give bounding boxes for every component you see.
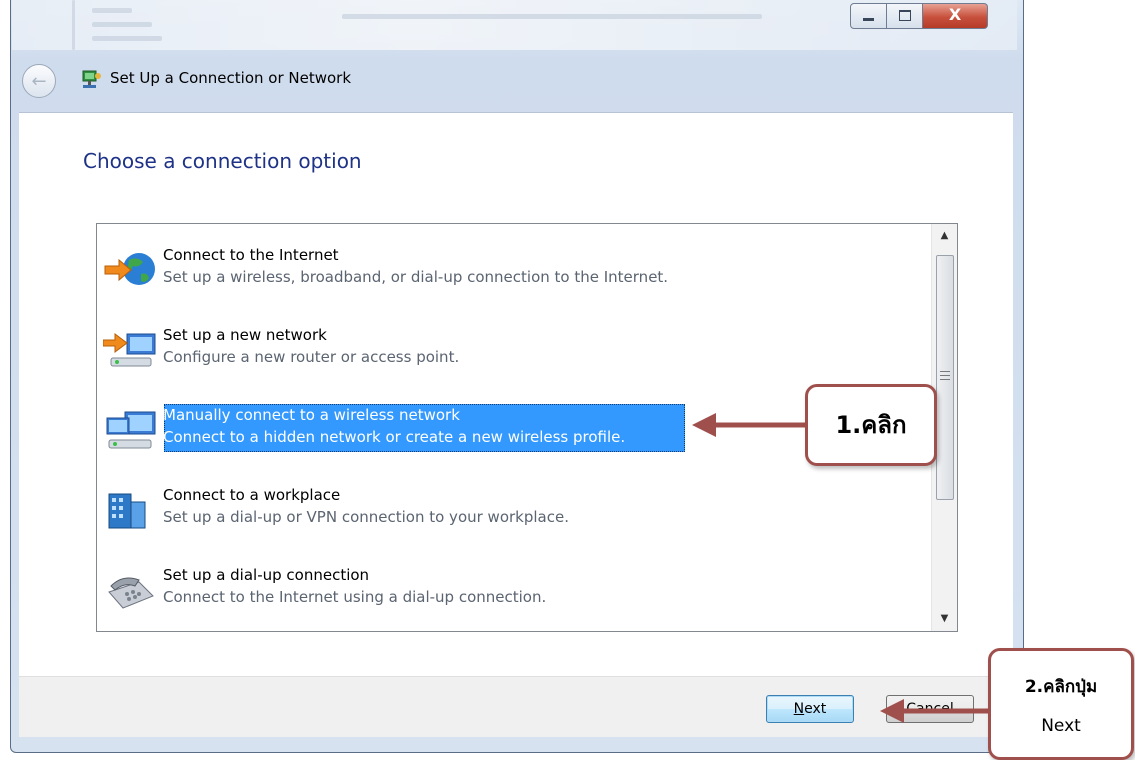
option-manual-wireless[interactable]: Manually connect to a wireless network C… <box>101 400 721 456</box>
annotation-text-next: Next <box>1041 716 1081 736</box>
option-description: Configure a new router or access point. <box>163 348 460 366</box>
dialog-footer: Next Cancel <box>19 676 1013 737</box>
annotation-callout-2: 2.คลิกปุ่ม Next <box>988 648 1134 760</box>
option-connect-internet[interactable]: Connect to the Internet Set up a wireles… <box>101 240 721 296</box>
back-button[interactable]: ← <box>22 64 56 98</box>
option-dialup[interactable]: Set up a dial-up connection Connect to t… <box>101 560 721 616</box>
next-label-rest: ext <box>804 701 827 717</box>
option-description: Connect to a hidden network or create a … <box>163 428 626 446</box>
network-setup-icon <box>82 70 101 88</box>
scroll-up-arrow-icon[interactable]: ▲ <box>932 225 957 247</box>
next-button[interactable]: Next <box>766 695 854 723</box>
wireless-network-icon <box>106 411 156 449</box>
annotation-callout-1: 1.คลิก <box>805 384 937 466</box>
maximize-button[interactable] <box>887 3 923 29</box>
globe-internet-icon <box>104 253 155 285</box>
scrollbar-grip-icon <box>940 371 950 380</box>
scroll-down-arrow-icon[interactable]: ▼ <box>932 608 957 630</box>
option-title: Connect to a workplace <box>163 486 341 504</box>
dialup-phone-icon <box>108 577 154 609</box>
minimize-button[interactable] <box>850 3 887 29</box>
close-button[interactable]: X <box>923 3 988 29</box>
option-workplace[interactable]: Connect to a workplace Set up a dial-up … <box>101 480 721 536</box>
option-title: Set up a new network <box>163 326 327 344</box>
scrollbar-thumb[interactable] <box>936 255 954 500</box>
new-network-icon <box>103 333 156 367</box>
minimize-icon <box>863 18 874 21</box>
option-title: Set up a dial-up connection <box>163 566 370 584</box>
next-mnemonic: N <box>793 701 805 717</box>
window-title: Set Up a Connection or Network <box>110 69 352 87</box>
option-description: Set up a wireless, broadband, or dial-up… <box>163 268 669 286</box>
option-title: Manually connect to a wireless network <box>163 406 460 424</box>
option-title: Connect to the Internet <box>163 246 339 264</box>
option-new-network[interactable]: Set up a new network Configure a new rou… <box>101 320 721 376</box>
close-icon: X <box>948 5 962 24</box>
annotation-text-step2: 2.คลิกปุ่ม <box>1024 677 1098 697</box>
window-caption-buttons: X <box>850 3 988 32</box>
option-description: Set up a dial-up or VPN connection to yo… <box>163 508 569 526</box>
annotation-arrow-1 <box>692 413 808 437</box>
workplace-building-icon <box>108 493 146 529</box>
annotation-arrow-2 <box>880 699 990 723</box>
page-heading: Choose a connection option <box>83 149 362 173</box>
option-description: Connect to the Internet using a dial-up … <box>163 588 547 606</box>
maximize-icon <box>899 10 911 21</box>
back-arrow-icon: ← <box>31 70 47 92</box>
